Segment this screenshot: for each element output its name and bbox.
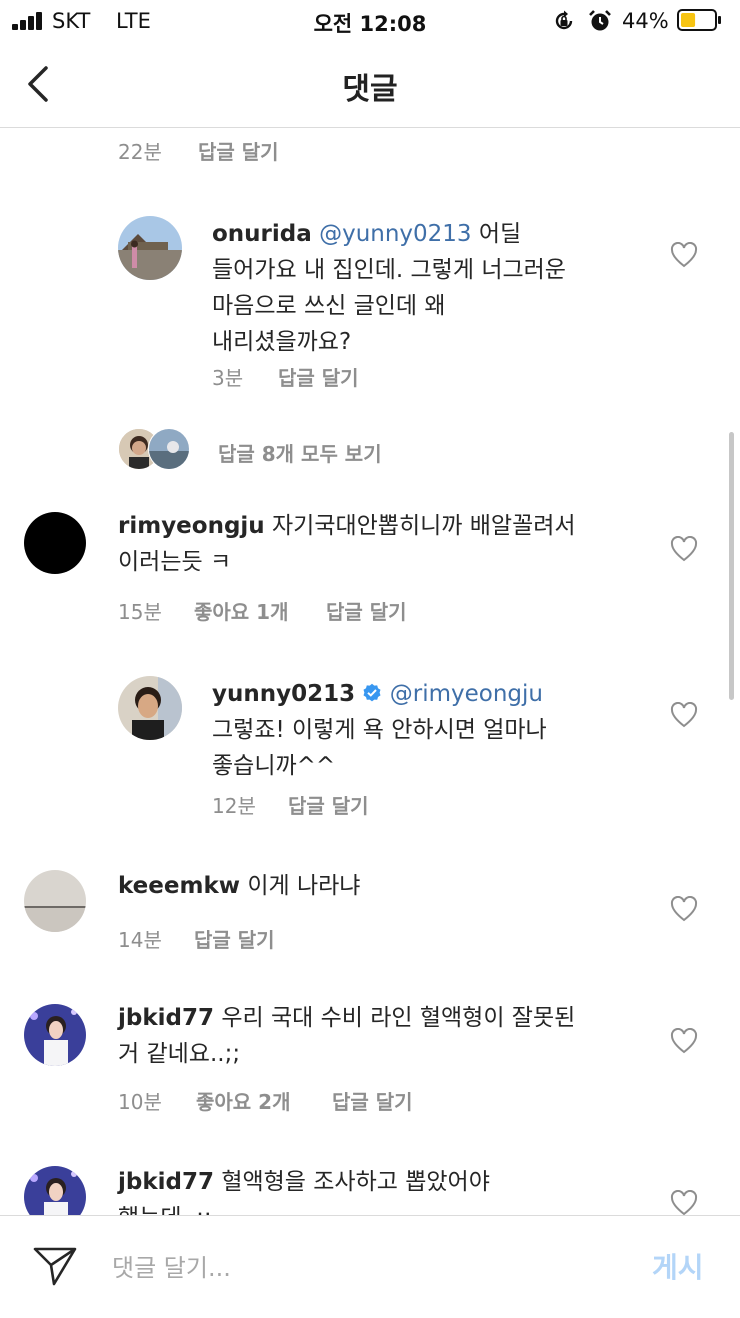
comment-username[interactable]: jbkid77 [118, 1169, 214, 1195]
comment-text-line: 거 같네요..;; [118, 1041, 241, 1067]
avatar-onurida[interactable] [118, 216, 182, 280]
comment-body-onurida: onurida @yunny0213 어딜 들어가요 내 집인데. 그렇게 너그… [212, 216, 652, 360]
comment-text-line: 우리 국대 수비 라인 혈액형이 잘못된 [221, 1005, 576, 1031]
comment-mention[interactable]: @rimyeongju [390, 681, 543, 707]
reply-button[interactable]: 답글 달기 [326, 600, 407, 624]
reply-link-container: 답글 달기 [198, 136, 279, 165]
comment-text-line: 좋습니까^^ [212, 753, 336, 779]
orientation-lock-icon [555, 10, 573, 30]
like-heart-icon[interactable] [670, 242, 698, 268]
reply-link-container: 답글 달기 [326, 596, 407, 625]
send-direct-icon[interactable] [32, 1244, 78, 1288]
comment-meta: 12분 [212, 790, 256, 819]
avatar-rimyeongju[interactable] [24, 512, 86, 574]
comment-text-line: 이러는듯 ㅋ [118, 549, 232, 575]
like-heart-icon[interactable] [670, 536, 698, 562]
comment-meta: 3분 [212, 362, 243, 391]
header-bar: 댓글 [0, 42, 740, 128]
comment-list[interactable]: 22분 답글 달기 onurida @yunny0213 어딜 들어가요 내 집… [0, 128, 740, 1215]
like-heart-icon[interactable] [670, 702, 698, 728]
reply-link-container: 답글 달기 [194, 924, 275, 953]
comment-meta: 10분 [118, 1086, 162, 1115]
battery-icon [677, 9, 721, 31]
status-bar: SKT LTE 오전 12:08 44% [0, 0, 740, 42]
reply-link-container: 답글 달기 [332, 1086, 413, 1115]
comment-text-line: 자기국대안뽑히니까 배알꼴려서 [272, 513, 576, 539]
post-button[interactable]: 게시 [652, 1246, 704, 1286]
comment-body-jbkid77: jbkid77 우리 국대 수비 라인 혈액형이 잘못된 거 같네요..;; [118, 1000, 658, 1072]
comment-time: 22분 [118, 140, 162, 164]
scrollbar[interactable] [729, 432, 734, 700]
comment-text-line: 마음으로 쓰신 글인데 왜 [212, 293, 446, 319]
comment-time: 15분 [118, 600, 162, 624]
comment-body-rimyeongju: rimyeongju 자기국대안뽑히니까 배알꼴려서 이러는듯 ㅋ [118, 508, 658, 580]
like-heart-icon[interactable] [670, 1190, 698, 1215]
likes-count-button[interactable]: 좋아요 1개 [194, 600, 288, 624]
avatar-jbkid77[interactable] [24, 1004, 86, 1066]
avatar-jbkid77[interactable] [24, 1166, 86, 1215]
page-title: 댓글 [342, 72, 398, 107]
reply-button[interactable]: 답글 달기 [194, 928, 275, 952]
like-heart-icon[interactable] [670, 896, 698, 922]
avatar-keeemkw[interactable] [24, 870, 86, 932]
comment-text-line: 내리셨을까요? [212, 329, 352, 355]
reply-link-container: 답글 달기 [288, 790, 369, 819]
likes-count-button[interactable]: 좋아요 2개 [196, 1090, 290, 1114]
avatar-small [148, 428, 190, 470]
comment-body-yunny0213: yunny0213 @rimyeongju 그렇죠! 이렇게 욕 안하시면 얼마… [212, 676, 652, 784]
comment-composer: 게시 [0, 1215, 740, 1318]
comment-time: 3분 [212, 366, 244, 390]
comment-meta: 14분 [118, 924, 162, 953]
reply-button[interactable]: 답글 달기 [198, 140, 279, 164]
comment-username[interactable]: onurida [212, 221, 312, 247]
comment-mention[interactable]: @yunny0213 [319, 221, 472, 247]
comment-text-line: 이게 나라냐 [247, 873, 361, 899]
comment-meta: 22분 [118, 136, 162, 165]
like-heart-icon[interactable] [670, 1028, 698, 1054]
comment-text-line: 들어가요 내 집인데. 그렇게 너그러운 [212, 257, 566, 283]
comment-time: 10분 [118, 1090, 162, 1114]
battery-percentage: 44% [622, 9, 669, 33]
comment-text-line: 혈액형을 조사하고 뽑았어야 [221, 1169, 490, 1195]
replies-avatars [118, 428, 190, 470]
comment-input[interactable] [112, 1248, 632, 1288]
avatar-yunny0213[interactable] [118, 676, 182, 740]
view-replies-container: 답글 8개 모두 보기 [218, 438, 382, 467]
reply-button[interactable]: 답글 달기 [332, 1090, 413, 1114]
comment-text-line: 그렇죠! 이렇게 욕 안하시면 얼마나 [212, 717, 547, 743]
comment-username[interactable]: jbkid77 [118, 1005, 214, 1031]
comment-body-keeemkw: keeemkw 이게 나라냐 [118, 868, 658, 904]
reply-link-container: 답글 달기 [278, 362, 359, 391]
verified-badge-icon [363, 683, 381, 702]
comment-text-line: 어딜 [478, 221, 522, 247]
reply-button[interactable]: 답글 달기 [278, 366, 359, 390]
comment-time: 14분 [118, 928, 162, 952]
comment-username[interactable]: yunny0213 [212, 681, 355, 707]
comment-username[interactable]: keeemkw [118, 873, 240, 899]
reply-button[interactable]: 답글 달기 [288, 794, 369, 818]
comment-meta: 15분 [118, 596, 162, 625]
alarm-icon [589, 10, 611, 31]
comment-time: 12분 [212, 794, 256, 818]
comment-body-jbkid77-2: jbkid77 혈액형을 조사하고 뽑았어야 했는데..;; [118, 1164, 658, 1215]
likes-container: 좋아요 2개 [196, 1086, 290, 1115]
comment-text-line: 했는데..;; [118, 1200, 658, 1215]
comment-username[interactable]: rimyeongju [118, 513, 265, 539]
likes-container: 좋아요 1개 [194, 596, 288, 625]
view-all-replies-button[interactable]: 답글 8개 모두 보기 [218, 442, 382, 466]
